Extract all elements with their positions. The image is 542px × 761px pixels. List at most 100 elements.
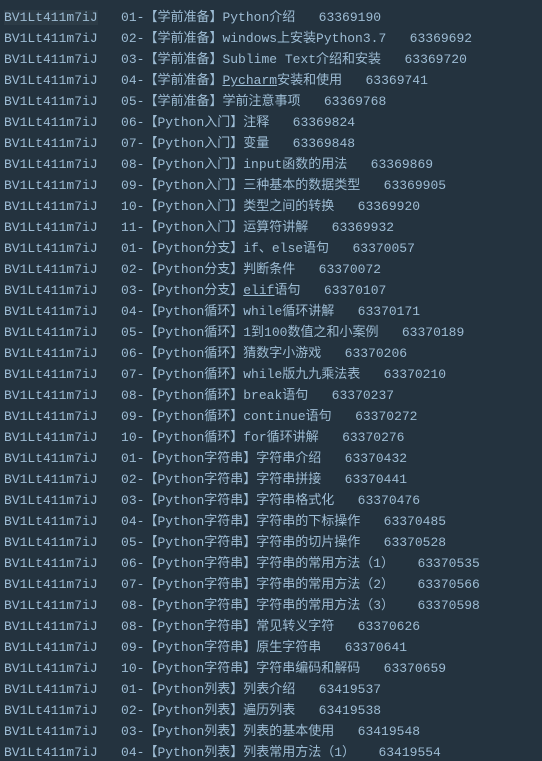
row-title: 【Python循环】continue语句: [144, 409, 331, 424]
row-index: 04-: [121, 514, 144, 529]
bvid: BV1Lt411m7iJ: [4, 388, 98, 403]
output-line: BV1Lt411m7iJ 08-【Python循环】break语句 633702…: [4, 385, 538, 406]
row-index: 04-: [121, 73, 144, 88]
row-title: 【Python入门】三种基本的数据类型: [144, 178, 360, 193]
cid: 63419538: [319, 703, 381, 718]
bvid: BV1Lt411m7iJ: [4, 283, 98, 298]
bvid: BV1Lt411m7iJ: [4, 514, 98, 529]
cid: 63370485: [384, 514, 446, 529]
cid: 63419537: [319, 682, 381, 697]
row-title: 【Python入门】注释: [144, 115, 269, 130]
row-title: 【Python列表】列表常用方法（1）: [144, 745, 355, 760]
bvid: BV1Lt411m7iJ: [4, 682, 98, 697]
row-title: 【Python字符串】字符串的常用方法（2）: [144, 577, 394, 592]
output-line: BV1Lt411m7iJ 01-【Python分支】if、else语句 6337…: [4, 238, 538, 259]
output-line: BV1Lt411m7iJ 07-【Python循环】while版九九乘法表 63…: [4, 364, 538, 385]
bvid: BV1Lt411m7iJ: [4, 31, 98, 46]
row-index: 08-: [121, 388, 144, 403]
bvid: BV1Lt411m7iJ: [4, 136, 98, 151]
output-line: BV1Lt411m7iJ 02-【Python字符串】字符串拼接 6337044…: [4, 469, 538, 490]
output-line: BV1Lt411m7iJ 04-【学前准备】Pycharm安装和使用 63369…: [4, 70, 538, 91]
row-index: 08-: [121, 598, 144, 613]
row-title: 【Python列表】遍历列表: [144, 703, 295, 718]
output-line: BV1Lt411m7iJ 01-【学前准备】Python介绍 63369190: [4, 7, 538, 28]
row-title: 【Python循环】while版九九乘法表: [144, 367, 360, 382]
row-title: 【Python入门】变量: [144, 136, 269, 151]
output-line: BV1Lt411m7iJ 07-【Python入门】变量 63369848: [4, 133, 538, 154]
row-title: 【Python入门】input函数的用法: [144, 157, 347, 172]
row-title: 【学前准备】windows上安装Python3.7: [144, 31, 386, 46]
row-index: 02-: [121, 31, 144, 46]
cid: 63370432: [345, 451, 407, 466]
cid: 63370171: [358, 304, 420, 319]
bvid: BV1Lt411m7iJ: [4, 430, 98, 445]
bvid: BV1Lt411m7iJ: [4, 535, 98, 550]
output-line: BV1Lt411m7iJ 08-【Python字符串】字符串的常用方法（3） 6…: [4, 595, 538, 616]
bvid: BV1Lt411m7iJ: [4, 157, 98, 172]
row-title: 【学前准备】Python介绍: [144, 10, 295, 25]
bvid: BV1Lt411m7iJ: [4, 346, 98, 361]
row-title: 【Python循环】while循环讲解: [144, 304, 334, 319]
bvid: BV1Lt411m7iJ: [4, 73, 98, 88]
row-index: 07-: [121, 136, 144, 151]
output-line: BV1Lt411m7iJ 03-【学前准备】Sublime Text介绍和安装 …: [4, 49, 538, 70]
row-index: 10-: [121, 199, 144, 214]
cid: 63369932: [332, 220, 394, 235]
row-title: 【Python分支】判断条件: [144, 262, 295, 277]
row-title: 【学前准备】Pycharm安装和使用: [144, 73, 342, 88]
row-title: 【Python循环】猜数字小游戏: [144, 346, 321, 361]
cid: 63369824: [293, 115, 355, 130]
row-title: 【Python字符串】字符串的下标操作: [144, 514, 360, 529]
bvid: BV1Lt411m7iJ: [4, 451, 98, 466]
output-line: BV1Lt411m7iJ 06-【Python循环】猜数字小游戏 6337020…: [4, 343, 538, 364]
bvid: BV1Lt411m7iJ: [4, 52, 98, 67]
cid: 63369741: [365, 73, 427, 88]
row-index: 04-: [121, 745, 144, 760]
row-index: 07-: [121, 367, 144, 382]
row-index: 05-: [121, 94, 144, 109]
row-index: 10-: [121, 430, 144, 445]
output-line: BV1Lt411m7iJ 11-【Python入门】运算符讲解 63369932: [4, 217, 538, 238]
output-line: BV1Lt411m7iJ 08-【Python字符串】常见转义字符 633706…: [4, 616, 538, 637]
bvid: BV1Lt411m7iJ: [4, 115, 98, 130]
output-line: BV1Lt411m7iJ 01-【Python列表】列表介绍 63419537: [4, 679, 538, 700]
cid: 63369848: [293, 136, 355, 151]
cid: 63370598: [417, 598, 479, 613]
output-line: BV1Lt411m7iJ 09-【Python字符串】原生字符串 6337064…: [4, 637, 538, 658]
row-title: 【Python循环】for循环讲解: [144, 430, 318, 445]
bvid: BV1Lt411m7iJ: [4, 199, 98, 214]
output-line: BV1Lt411m7iJ 06-【Python入门】注释 63369824: [4, 112, 538, 133]
row-title: 【Python字符串】字符串的常用方法（1）: [144, 556, 394, 571]
bvid: BV1Lt411m7iJ: [4, 262, 98, 277]
row-index: 02-: [121, 703, 144, 718]
row-title: 【Python字符串】常见转义字符: [144, 619, 334, 634]
bvid: BV1Lt411m7iJ: [4, 409, 98, 424]
cid: 63370566: [417, 577, 479, 592]
row-title: 【Python字符串】字符串格式化: [144, 493, 334, 508]
bvid: BV1Lt411m7iJ: [4, 493, 98, 508]
output-line: BV1Lt411m7iJ 07-【Python字符串】字符串的常用方法（2） 6…: [4, 574, 538, 595]
row-title: 【Python字符串】字符串拼接: [144, 472, 321, 487]
bvid: BV1Lt411m7iJ: [4, 556, 98, 571]
bvid: BV1Lt411m7iJ: [4, 367, 98, 382]
row-index: 09-: [121, 640, 144, 655]
bvid: BV1Lt411m7iJ: [4, 598, 98, 613]
row-index: 09-: [121, 409, 144, 424]
output-line: BV1Lt411m7iJ 05-【Python字符串】字符串的切片操作 6337…: [4, 532, 538, 553]
output-line: BV1Lt411m7iJ 10-【Python字符串】字符串编码和解码 6337…: [4, 658, 538, 679]
row-index: 05-: [121, 535, 144, 550]
row-index: 08-: [121, 157, 144, 172]
bvid: BV1Lt411m7iJ: [4, 94, 98, 109]
cid: 63370476: [358, 493, 420, 508]
bvid: BV1Lt411m7iJ: [4, 577, 98, 592]
cid: 63370206: [345, 346, 407, 361]
output-line: BV1Lt411m7iJ 09-【Python入门】三种基本的数据类型 6336…: [4, 175, 538, 196]
cid: 63370626: [358, 619, 420, 634]
row-index: 03-: [121, 493, 144, 508]
cid: 63370107: [324, 283, 386, 298]
bvid: BV1Lt411m7iJ: [4, 619, 98, 634]
row-title: 【Python字符串】字符串介绍: [144, 451, 321, 466]
cid: 63369768: [324, 94, 386, 109]
row-index: 08-: [121, 619, 144, 634]
terminal-output[interactable]: BV1Lt411m7iJ 01-【学前准备】Python介绍 63369190 B…: [0, 0, 542, 761]
